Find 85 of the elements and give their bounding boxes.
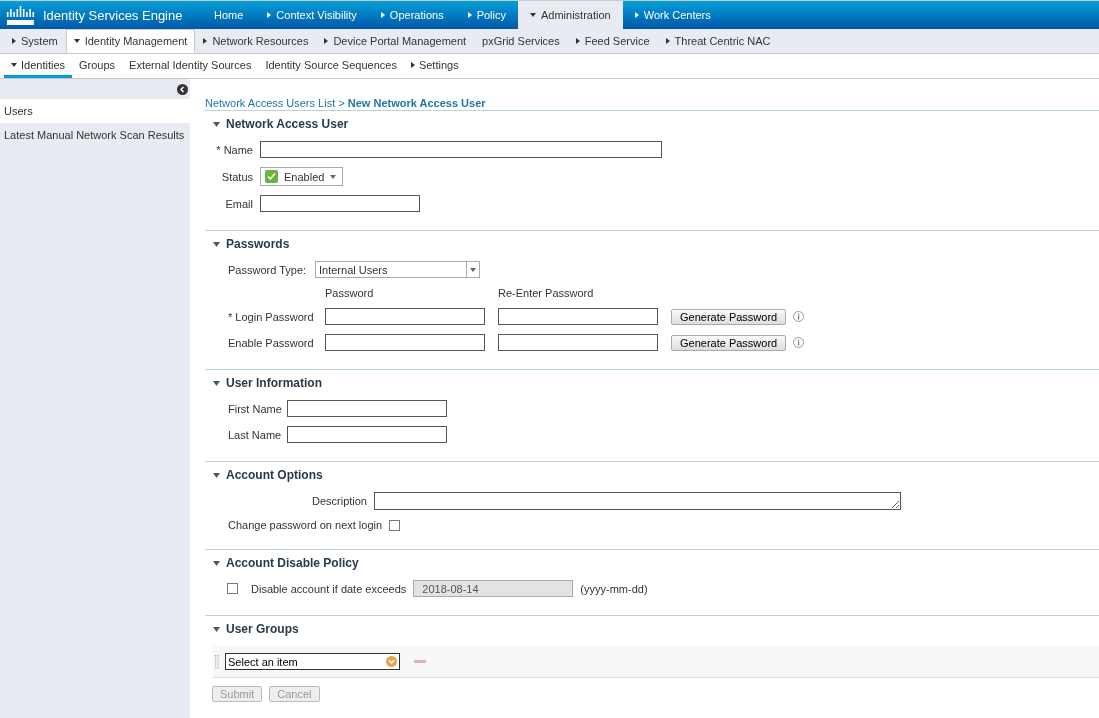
caret-icon xyxy=(11,62,17,67)
nav-tab[interactable]: Work Centers xyxy=(622,1,723,29)
product-title: Identity Services Engine xyxy=(43,7,183,23)
field-label: Password Type: xyxy=(228,263,308,276)
date-input[interactable]: 2018-08-14 xyxy=(413,580,574,597)
text-input[interactable] xyxy=(287,426,447,443)
field-label: Description xyxy=(310,495,367,507)
section-title: Account Disable Policy xyxy=(226,556,359,570)
checkbox-label: Change password on next login xyxy=(228,519,383,531)
caret-icon xyxy=(324,38,329,44)
collapse-triangle-icon[interactable] xyxy=(213,241,220,247)
collapse-triangle-icon[interactable] xyxy=(213,626,220,632)
sub-tab[interactable]: Feed Service xyxy=(567,29,658,53)
breadcrumb-separator: > xyxy=(338,97,345,109)
field-label: * Login Password xyxy=(228,310,315,323)
caret-icon xyxy=(12,38,16,44)
password-input[interactable] xyxy=(498,308,658,325)
sub-tab[interactable]: Threat Centric NAC xyxy=(657,29,779,53)
info-icon[interactable] xyxy=(793,311,805,322)
collapse-icon[interactable] xyxy=(177,83,188,95)
sidebar-item[interactable]: Users xyxy=(0,99,190,123)
section-title: Passwords xyxy=(226,237,290,251)
description-textarea[interactable] xyxy=(374,492,901,510)
checkbox[interactable] xyxy=(389,519,401,531)
caret-icon xyxy=(575,38,580,44)
collapse-triangle-icon[interactable] xyxy=(213,472,220,478)
section-title: Network Access User xyxy=(226,117,349,131)
caret-icon xyxy=(267,12,272,18)
section-title: User Groups xyxy=(226,622,299,636)
email-input[interactable] xyxy=(260,195,420,212)
checkbox[interactable] xyxy=(227,583,238,594)
caret-icon xyxy=(410,61,415,68)
page-tab[interactable]: Groups xyxy=(72,54,123,78)
password-type-dropdown[interactable]: Internal Users xyxy=(315,261,480,278)
column-header: Re-Enter Password xyxy=(498,287,594,299)
generate-password-button[interactable]: Generate Password xyxy=(671,334,787,351)
column-header: Password xyxy=(325,287,375,299)
sub-tab[interactable]: pxGrid Services xyxy=(474,29,568,53)
field-label: Status xyxy=(220,170,253,183)
date-format-hint: (yyyy-mm-dd) xyxy=(580,582,648,595)
page-tab[interactable]: External Identity Sources xyxy=(122,54,259,78)
section-title: User Information xyxy=(226,376,322,390)
generate-password-button[interactable]: Generate Password xyxy=(671,308,787,325)
nav-tab[interactable]: Home xyxy=(202,1,256,29)
info-icon[interactable] xyxy=(793,337,805,348)
caret-icon xyxy=(73,39,80,43)
sidebar-item[interactable]: Latest Manual Network Scan Results xyxy=(0,123,190,147)
page-tab[interactable]: Identity Source Sequences xyxy=(258,54,404,78)
field-label: Last Name xyxy=(228,428,280,441)
caret-icon xyxy=(665,38,670,44)
nav-tab[interactable]: Context Visibility xyxy=(255,1,369,29)
caret-icon xyxy=(634,12,639,18)
nav-tab[interactable]: Administration xyxy=(518,1,623,29)
status-dropdown[interactable]: Enabled xyxy=(260,167,344,186)
nav-tab[interactable]: Policy xyxy=(455,1,518,29)
password-input[interactable] xyxy=(498,334,658,351)
chevron-down-icon xyxy=(386,656,397,667)
caret-icon xyxy=(380,12,385,18)
collapse-triangle-icon[interactable] xyxy=(213,121,220,127)
drag-handle-icon[interactable] xyxy=(215,654,219,669)
field-label: * Name xyxy=(215,143,253,156)
breadcrumb-link[interactable]: Network Access Users List xyxy=(205,97,336,109)
password-input[interactable] xyxy=(325,334,485,351)
field-label: First Name xyxy=(228,402,280,415)
collapse-triangle-icon[interactable] xyxy=(213,560,220,566)
collapse-triangle-icon[interactable] xyxy=(213,380,220,386)
logo-icon xyxy=(6,5,35,25)
sub-tab[interactable]: Device Portal Management xyxy=(316,29,475,53)
sub-tab[interactable]: System xyxy=(4,29,66,53)
breadcrumb-current: New Network Access User xyxy=(347,97,486,109)
sub-tab[interactable]: Network Resources xyxy=(195,29,317,53)
name-input[interactable] xyxy=(260,141,662,158)
user-group-dropdown[interactable]: Select an item xyxy=(225,653,400,670)
field-label: Email xyxy=(224,197,253,210)
section-title: Account Options xyxy=(226,468,323,482)
password-input[interactable] xyxy=(325,308,485,325)
caret-icon xyxy=(203,38,208,44)
caret-icon xyxy=(467,12,472,18)
page-tab[interactable]: Settings xyxy=(403,54,466,78)
sub-tab[interactable]: Identity Management xyxy=(65,29,196,53)
field-label: Enable Password xyxy=(228,336,315,349)
text-input[interactable] xyxy=(287,400,447,417)
caret-icon xyxy=(530,13,536,17)
checkbox-label: Disable account if date exceeds xyxy=(251,582,407,595)
nav-tab[interactable]: Operations xyxy=(368,1,456,29)
